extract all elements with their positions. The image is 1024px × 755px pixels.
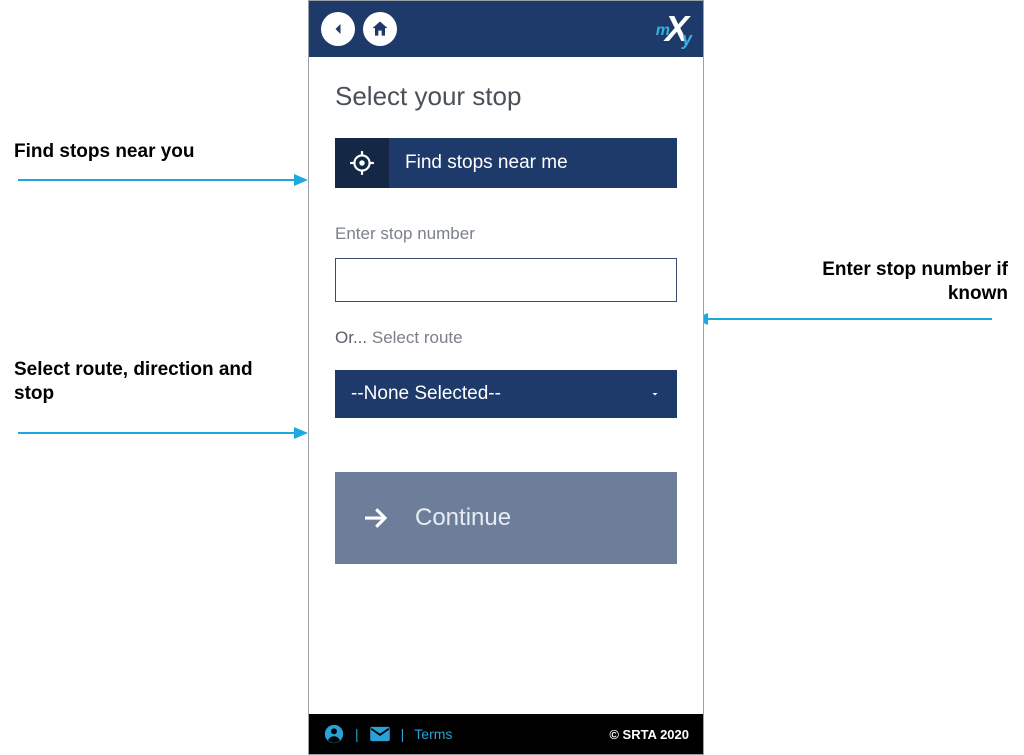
annotation-arrow-route bbox=[18, 432, 294, 434]
footer-left: | | Terms bbox=[323, 723, 452, 745]
account-button[interactable] bbox=[323, 723, 345, 745]
page-title: Select your stop bbox=[335, 81, 677, 112]
stop-number-input[interactable] bbox=[335, 258, 677, 302]
mail-icon bbox=[369, 726, 391, 742]
terms-link[interactable]: Terms bbox=[414, 726, 452, 742]
annotation-arrow-find bbox=[18, 179, 294, 181]
annotation-select-route: Select route, direction and stop bbox=[14, 358, 274, 406]
annotation-arrowhead-find bbox=[294, 174, 308, 186]
copyright-text: © SRTA 2020 bbox=[609, 727, 689, 742]
home-button[interactable] bbox=[363, 12, 397, 46]
app-header: mXy bbox=[309, 1, 703, 57]
app-logo: mXy bbox=[656, 8, 691, 50]
locate-icon bbox=[349, 150, 375, 176]
stop-number-label: Enter stop number bbox=[335, 224, 677, 244]
back-button[interactable] bbox=[321, 12, 355, 46]
continue-label: Continue bbox=[415, 504, 511, 532]
annotation-arrow-number bbox=[708, 318, 992, 320]
annotation-arrowhead-route bbox=[294, 427, 308, 439]
mail-button[interactable] bbox=[369, 726, 391, 742]
route-select[interactable]: --None Selected-- bbox=[335, 370, 677, 418]
or-select-route-label: Or... Select route bbox=[335, 328, 677, 348]
continue-button[interactable]: Continue bbox=[335, 472, 677, 564]
arrow-right-icon bbox=[360, 503, 390, 533]
footer-divider-2: | bbox=[401, 726, 405, 742]
back-arrow-icon bbox=[328, 19, 348, 39]
find-stops-button[interactable]: Find stops near me bbox=[335, 138, 677, 188]
find-stops-label: Find stops near me bbox=[389, 152, 568, 174]
annotation-enter-number: Enter stop number if known bbox=[768, 258, 1008, 306]
annotation-find-near: Find stops near you bbox=[14, 140, 195, 164]
user-circle-icon bbox=[323, 723, 345, 745]
home-icon bbox=[370, 19, 390, 39]
footer-divider: | bbox=[355, 726, 359, 742]
locate-icon-box bbox=[335, 138, 389, 188]
route-select-value: --None Selected-- bbox=[351, 383, 501, 405]
phone-frame: mXy Select your stop Find stops near me … bbox=[308, 0, 704, 755]
app-footer: | | Terms © SRTA 2020 bbox=[309, 714, 703, 754]
header-left-controls bbox=[321, 12, 397, 46]
main-content: Select your stop Find stops near me Ente… bbox=[309, 57, 703, 714]
chevron-down-icon bbox=[649, 388, 661, 400]
